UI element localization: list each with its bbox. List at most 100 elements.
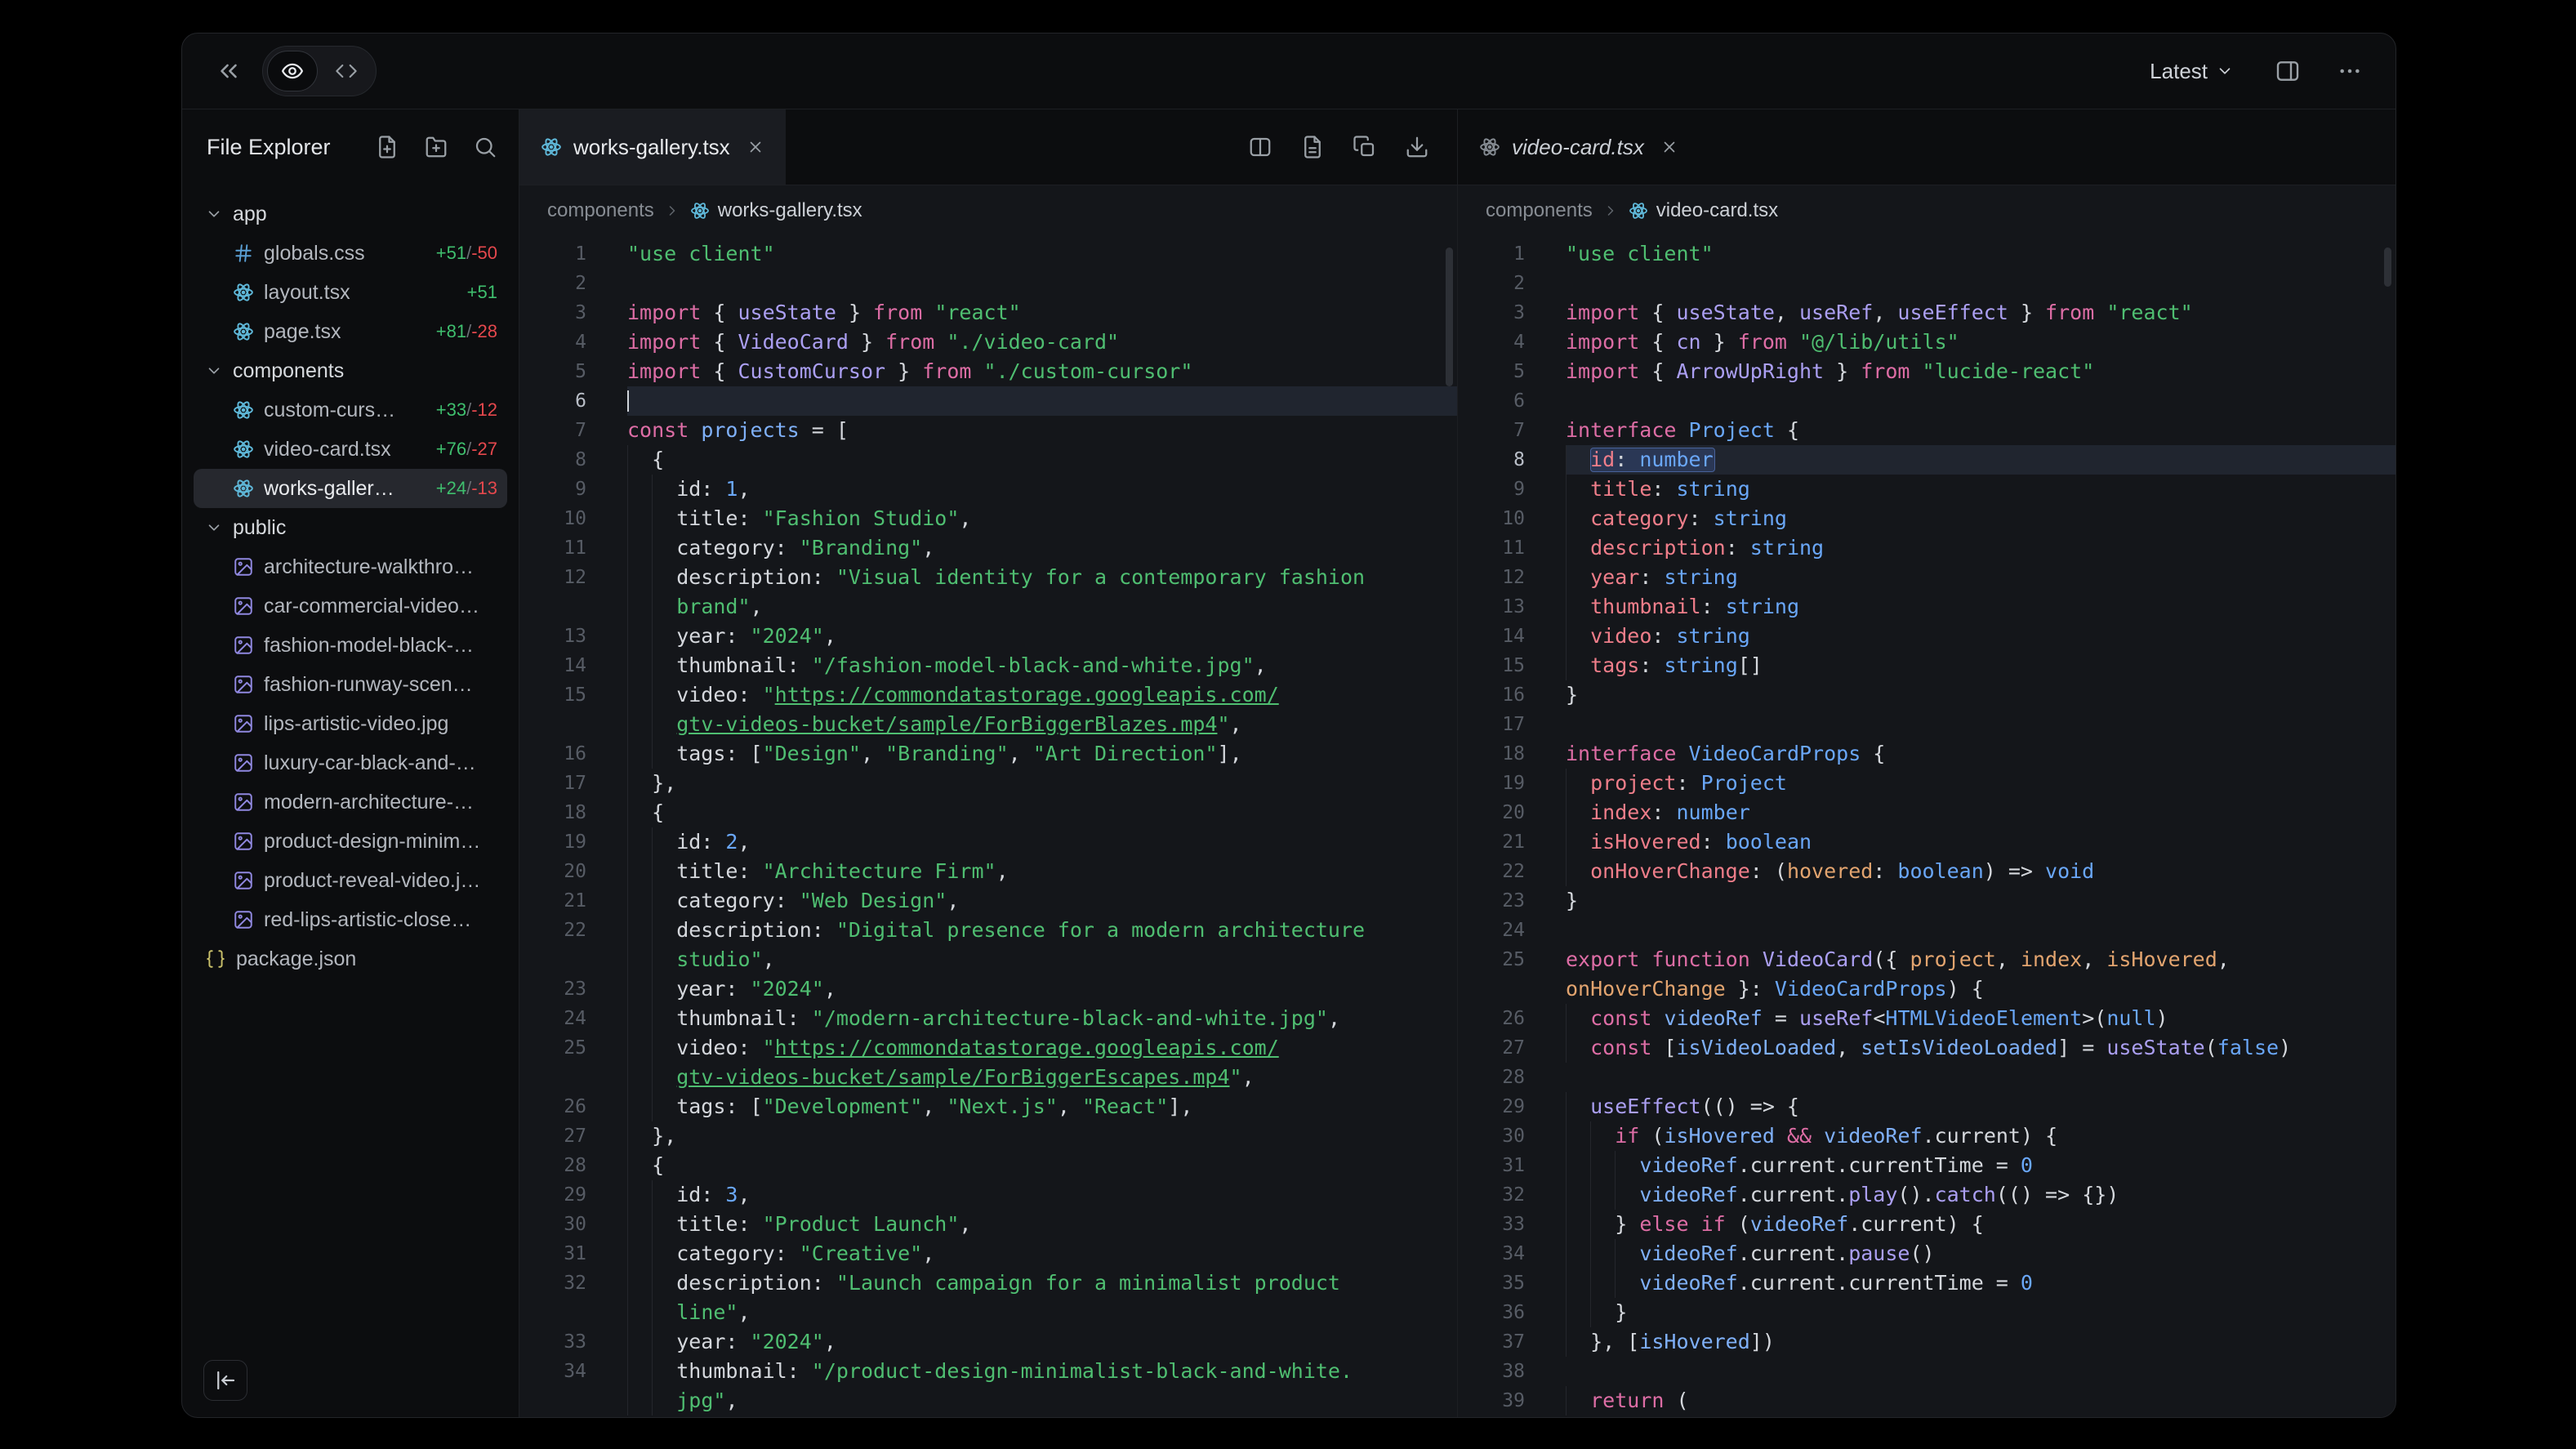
search-button[interactable]: [473, 135, 497, 159]
tree-file-lips-artistic-video.jpg[interactable]: lips-artistic-video.jpg: [194, 704, 507, 743]
code-line: 17 },: [519, 769, 1457, 798]
open-file-button[interactable]: [1300, 135, 1325, 159]
image-icon: [233, 909, 254, 930]
tree-folder-components[interactable]: components: [194, 351, 507, 390]
preview-mode-button[interactable]: [267, 51, 318, 91]
code-line: 27 const [isVideoLoaded, setIsVideoLoade…: [1458, 1033, 2396, 1063]
tree-file-luxury-car-black-and-[interactable]: luxury-car-black-and-…: [194, 743, 507, 782]
line-number: 22: [519, 916, 586, 945]
code-line: 34 thumbnail: "/product-design-minimalis…: [519, 1357, 1457, 1386]
line-number: 13: [1458, 592, 1525, 622]
tab-works-gallery[interactable]: works-gallery.tsx: [519, 109, 786, 185]
line-number: 28: [519, 1151, 586, 1180]
line-number: 12: [1458, 563, 1525, 592]
tab-video-card[interactable]: video-card.tsx: [1458, 109, 1700, 185]
layout-panel-button[interactable]: [2275, 58, 2301, 84]
line-number: 38: [1458, 1357, 1525, 1386]
close-tab-button[interactable]: [1660, 138, 1678, 156]
download-button[interactable]: [1405, 135, 1429, 159]
tree-file-globals.css[interactable]: globals.css+51/-50: [194, 234, 507, 273]
file-tree: appglobals.css+51/-50layout.tsx+51page.t…: [182, 185, 519, 1417]
image-icon: [233, 870, 254, 891]
tree-item-label: globals.css: [264, 242, 365, 265]
react-icon: [541, 136, 562, 158]
collapse-panel-button[interactable]: [215, 57, 243, 85]
code-line: 5import { ArrowUpRight } from "lucide-re…: [1458, 357, 2396, 386]
code-line: 8 id: number: [1458, 445, 2396, 475]
code-line: 28 {: [519, 1151, 1457, 1180]
tree-file-fashion-runway-scen[interactable]: fashion-runway-scen…: [194, 665, 507, 704]
code-line: studio",: [519, 945, 1457, 974]
breadcrumb-file[interactable]: video-card.tsx: [1629, 199, 1778, 222]
tree-file-custom-curs[interactable]: custom-curs…+33/-12: [194, 390, 507, 430]
collapse-sidebar-button[interactable]: [203, 1360, 247, 1401]
tree-file-package.json[interactable]: package.json: [194, 939, 507, 979]
latest-label: Latest: [2150, 59, 2208, 84]
code-line: 14 thumbnail: "/fashion-model-black-and-…: [519, 651, 1457, 680]
react-icon: [233, 399, 254, 421]
code-line: 7interface Project {: [1458, 416, 2396, 445]
new-file-icon: [375, 135, 399, 159]
tree-file-layout.tsx[interactable]: layout.tsx+51: [194, 273, 507, 312]
line-number: 11: [1458, 533, 1525, 563]
tree-folder-public[interactable]: public: [194, 508, 507, 547]
chevron-right-icon: [1602, 203, 1619, 219]
line-number: 29: [1458, 1092, 1525, 1121]
code-line: 13 thumbnail: string: [1458, 592, 2396, 622]
view-mode-toggle: [262, 46, 377, 96]
copy-button[interactable]: [1353, 135, 1377, 159]
code-line: 22 onHoverChange: (hovered: boolean) => …: [1458, 857, 2396, 886]
line-number: 24: [1458, 916, 1525, 945]
line-number: [519, 1386, 586, 1416]
editor-panes: works-gallery.tsx: [519, 109, 2396, 1417]
tree-folder-app[interactable]: app: [194, 194, 507, 234]
line-number: 15: [519, 680, 586, 710]
code-editor[interactable]: 1"use client"23import { useState, useRef…: [1458, 236, 2396, 1417]
tree-file-page.tsx[interactable]: page.tsx+81/-28: [194, 312, 507, 351]
tree-file-fashion-model-black-[interactable]: fashion-model-black-…: [194, 626, 507, 665]
breadcrumb-file[interactable]: works-gallery.tsx: [690, 199, 862, 222]
new-folder-button[interactable]: [424, 135, 448, 159]
line-number: 10: [1458, 504, 1525, 533]
breadcrumb-folder[interactable]: components: [547, 199, 654, 222]
line-number: 17: [519, 769, 586, 798]
breadcrumb-folder[interactable]: components: [1486, 199, 1593, 222]
line-number: 14: [1458, 622, 1525, 651]
tree-file-product-design-minim[interactable]: product-design-minim…: [194, 822, 507, 861]
code-line: 9 id: 1,: [519, 475, 1457, 504]
line-number: 11: [519, 533, 586, 563]
code-line: 8 {: [519, 445, 1457, 475]
tree-file-red-lips-artistic-close[interactable]: red-lips-artistic-close…: [194, 900, 507, 939]
tree-file-car-commercial-video[interactable]: car-commercial-video…: [194, 586, 507, 626]
code-line: brand",: [519, 592, 1457, 622]
line-number: 12: [519, 563, 586, 592]
breadcrumb: components video-card.tsx: [1458, 185, 2396, 236]
code-line: 24: [1458, 916, 2396, 945]
tree-file-architecture-walkthro[interactable]: architecture-walkthro…: [194, 547, 507, 586]
line-number: 21: [1458, 827, 1525, 857]
latest-dropdown[interactable]: Latest: [2145, 58, 2239, 85]
code-line: 22 description: "Digital presence for a …: [519, 916, 1457, 945]
braces-icon: [205, 948, 226, 970]
code-editor[interactable]: 1"use client"23import { useState } from …: [519, 236, 1457, 1417]
code-line: 35 videoRef.current.currentTime = 0: [1458, 1268, 2396, 1298]
line-number: 9: [1458, 475, 1525, 504]
tree-file-works-galler[interactable]: works-galler…+24/-13: [194, 469, 507, 508]
new-file-button[interactable]: [375, 135, 399, 159]
split-editor-button[interactable]: [1248, 135, 1272, 159]
line-number: 1: [519, 239, 586, 269]
tree-file-video-card.tsx[interactable]: video-card.tsx+76/-27: [194, 430, 507, 469]
more-options-button[interactable]: [2337, 58, 2363, 84]
tree-file-modern-architecture-[interactable]: modern-architecture-…: [194, 782, 507, 822]
file-explorer-header: File Explorer: [182, 109, 519, 185]
code-mode-button[interactable]: [321, 51, 372, 91]
line-number: [519, 592, 586, 622]
line-number: 33: [519, 1327, 586, 1357]
image-icon: [233, 595, 254, 617]
tree-file-product-reveal-video.j[interactable]: product-reveal-video.j…: [194, 861, 507, 900]
close-tab-button[interactable]: [747, 138, 764, 156]
line-number: 4: [519, 328, 586, 357]
code-line: 12 description: "Visual identity for a c…: [519, 563, 1457, 592]
tree-item-label: works-galler…: [264, 477, 394, 501]
split-editor-icon: [1248, 135, 1272, 159]
